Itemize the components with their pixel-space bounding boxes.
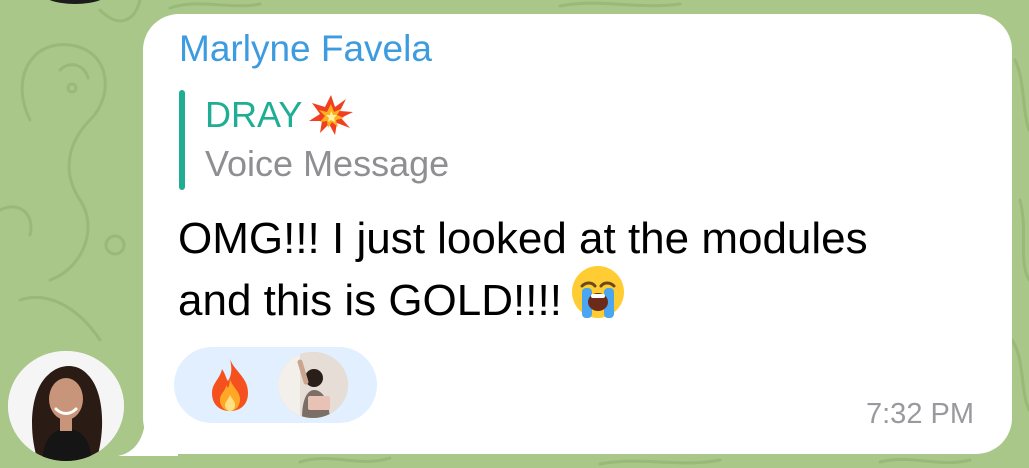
reaction-chip[interactable]: [174, 347, 377, 423]
reactor-photo-icon: [278, 352, 348, 418]
message-line-1: OMG!!! I just looked at the modules: [178, 214, 868, 263]
reply-accent-bar: [179, 90, 185, 190]
loudly-crying-face-icon: [570, 264, 626, 335]
fire-emoji-icon: [212, 359, 248, 411]
reply-author-label: DRAY: [205, 94, 303, 135]
reply-author: DRAY: [205, 94, 354, 136]
message-line-2-text: and this is GOLD!!!!: [178, 276, 562, 326]
message-line-2: and this is GOLD!!!!: [178, 266, 998, 339]
reply-preview-text: Voice Message: [205, 143, 450, 184]
sender-avatar[interactable]: [8, 351, 124, 461]
message-bubble[interactable]: Marlyne Favela DRAY Voice Message OMG!!!…: [143, 14, 1012, 454]
reply-preview[interactable]: DRAY Voice Message: [179, 90, 579, 190]
chat-view: Marlyne Favela DRAY Voice Message OMG!!!…: [0, 0, 1029, 468]
collision-emoji-icon: [309, 95, 354, 135]
sender-photo-icon: [8, 351, 124, 461]
message-timestamp: 7:32 PM: [866, 398, 974, 430]
message-text: OMG!!! I just looked at the modules and …: [178, 210, 998, 339]
reactor-avatar[interactable]: [278, 352, 348, 418]
sender-name[interactable]: Marlyne Favela: [179, 28, 432, 70]
